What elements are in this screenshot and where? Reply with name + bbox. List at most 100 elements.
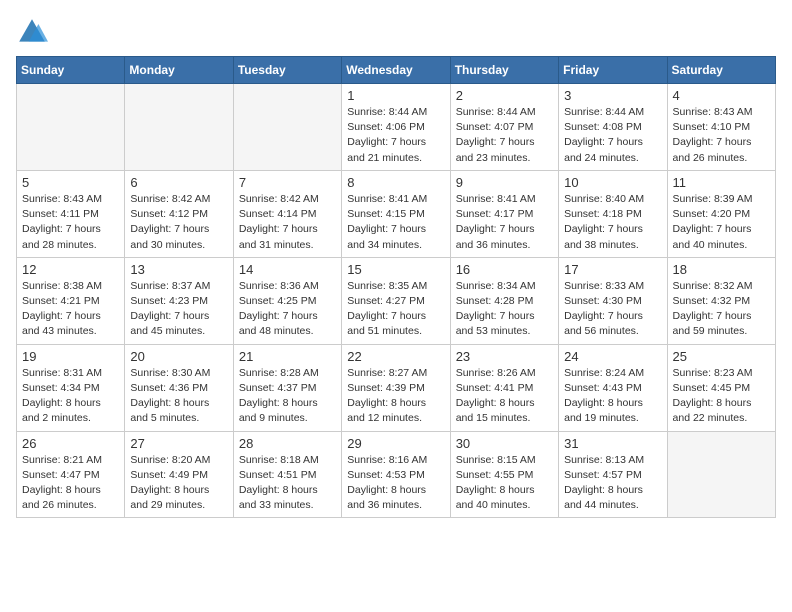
day-number: 18 <box>673 262 770 277</box>
day-info: Sunrise: 8:21 AM Sunset: 4:47 PM Dayligh… <box>22 453 119 514</box>
day-number: 20 <box>130 349 227 364</box>
calendar-week-row: 12 Sunrise: 8:38 AM Sunset: 4:21 PM Dayli… <box>17 257 776 344</box>
day-info: Sunrise: 8:42 AM Sunset: 4:12 PM Dayligh… <box>130 192 227 253</box>
day-info: Sunrise: 8:34 AM Sunset: 4:28 PM Dayligh… <box>456 279 553 340</box>
calendar-cell: 11Sunrise: 8:39 AM Sunset: 4:20 PM Dayli… <box>667 170 775 257</box>
calendar-cell: 30 Sunrise: 8:15 AM Sunset: 4:55 PM Dayli… <box>450 431 558 518</box>
day-info: Sunrise: 8:13 AM Sunset: 4:57 PM Dayligh… <box>564 453 661 514</box>
day-info: Sunrise: 8:33 AM Sunset: 4:30 PM Dayligh… <box>564 279 661 340</box>
calendar-cell: 17 Sunrise: 8:33 AM Sunset: 4:30 PM Dayli… <box>559 257 667 344</box>
calendar-cell: 6 Sunrise: 8:42 AM Sunset: 4:12 PM Daylig… <box>125 170 233 257</box>
calendar-cell: 26 Sunrise: 8:21 AM Sunset: 4:47 PM Dayli… <box>17 431 125 518</box>
page-header <box>16 16 776 48</box>
day-info: Sunrise: 8:15 AM Sunset: 4:55 PM Dayligh… <box>456 453 553 514</box>
day-info: Sunrise: 8:38 AM Sunset: 4:21 PM Dayligh… <box>22 279 119 340</box>
calendar-cell <box>233 84 341 171</box>
day-number: 15 <box>347 262 444 277</box>
day-number: 21 <box>239 349 336 364</box>
day-number: 5 <box>22 175 119 190</box>
day-number: 30 <box>456 436 553 451</box>
calendar-cell: 10 Sunrise: 8:40 AM Sunset: 4:18 PM Dayli… <box>559 170 667 257</box>
day-number: 26 <box>22 436 119 451</box>
calendar-week-row: 26 Sunrise: 8:21 AM Sunset: 4:47 PM Dayli… <box>17 431 776 518</box>
day-info: Sunrise: 8:43 AM Sunset: 4:10 PM Dayligh… <box>673 105 770 166</box>
calendar-cell: 13Sunrise: 8:37 AM Sunset: 4:23 PM Dayli… <box>125 257 233 344</box>
day-info: Sunrise: 8:28 AM Sunset: 4:37 PM Dayligh… <box>239 366 336 427</box>
calendar-cell: 29Sunrise: 8:16 AM Sunset: 4:53 PM Dayli… <box>342 431 450 518</box>
day-info: Sunrise: 8:23 AM Sunset: 4:45 PM Dayligh… <box>673 366 770 427</box>
calendar-cell: 4 Sunrise: 8:43 AM Sunset: 4:10 PM Daylig… <box>667 84 775 171</box>
calendar-cell <box>667 431 775 518</box>
day-info: Sunrise: 8:18 AM Sunset: 4:51 PM Dayligh… <box>239 453 336 514</box>
day-info: Sunrise: 8:43 AM Sunset: 4:11 PM Dayligh… <box>22 192 119 253</box>
day-number: 24 <box>564 349 661 364</box>
day-info: Sunrise: 8:16 AM Sunset: 4:53 PM Dayligh… <box>347 453 444 514</box>
calendar-cell: 7Sunrise: 8:42 AM Sunset: 4:14 PM Daylig… <box>233 170 341 257</box>
calendar-week-row: 1Sunrise: 8:44 AM Sunset: 4:06 PM Daylig… <box>17 84 776 171</box>
day-info: Sunrise: 8:30 AM Sunset: 4:36 PM Dayligh… <box>130 366 227 427</box>
calendar-cell: 25Sunrise: 8:23 AM Sunset: 4:45 PM Dayli… <box>667 344 775 431</box>
calendar-cell <box>17 84 125 171</box>
calendar-cell: 28 Sunrise: 8:18 AM Sunset: 4:51 PM Dayli… <box>233 431 341 518</box>
day-info: Sunrise: 8:39 AM Sunset: 4:20 PM Dayligh… <box>673 192 770 253</box>
day-number: 28 <box>239 436 336 451</box>
day-number: 9 <box>456 175 553 190</box>
day-info: Sunrise: 8:40 AM Sunset: 4:18 PM Dayligh… <box>564 192 661 253</box>
weekday-header: Tuesday <box>233 57 341 84</box>
calendar-cell: 1Sunrise: 8:44 AM Sunset: 4:06 PM Daylig… <box>342 84 450 171</box>
day-number: 6 <box>130 175 227 190</box>
day-number: 22 <box>347 349 444 364</box>
day-info: Sunrise: 8:27 AM Sunset: 4:39 PM Dayligh… <box>347 366 444 427</box>
calendar-week-row: 19 Sunrise: 8:31 AM Sunset: 4:34 PM Dayli… <box>17 344 776 431</box>
day-number: 2 <box>456 88 553 103</box>
day-info: Sunrise: 8:26 AM Sunset: 4:41 PM Dayligh… <box>456 366 553 427</box>
day-number: 3 <box>564 88 661 103</box>
day-number: 14 <box>239 262 336 277</box>
calendar-cell: 12 Sunrise: 8:38 AM Sunset: 4:21 PM Dayli… <box>17 257 125 344</box>
day-info: Sunrise: 8:44 AM Sunset: 4:07 PM Dayligh… <box>456 105 553 166</box>
day-number: 8 <box>347 175 444 190</box>
day-number: 12 <box>22 262 119 277</box>
logo <box>16 16 52 48</box>
calendar-cell: 5 Sunrise: 8:43 AM Sunset: 4:11 PM Daylig… <box>17 170 125 257</box>
weekday-header: Friday <box>559 57 667 84</box>
calendar-table: SundayMondayTuesdayWednesdayThursdayFrid… <box>16 56 776 518</box>
day-info: Sunrise: 8:24 AM Sunset: 4:43 PM Dayligh… <box>564 366 661 427</box>
day-number: 7 <box>239 175 336 190</box>
day-info: Sunrise: 8:35 AM Sunset: 4:27 PM Dayligh… <box>347 279 444 340</box>
day-info: Sunrise: 8:32 AM Sunset: 4:32 PM Dayligh… <box>673 279 770 340</box>
calendar-cell: 19 Sunrise: 8:31 AM Sunset: 4:34 PM Dayli… <box>17 344 125 431</box>
calendar-cell: 14 Sunrise: 8:36 AM Sunset: 4:25 PM Dayli… <box>233 257 341 344</box>
day-info: Sunrise: 8:37 AM Sunset: 4:23 PM Dayligh… <box>130 279 227 340</box>
calendar-cell: 21 Sunrise: 8:28 AM Sunset: 4:37 PM Dayli… <box>233 344 341 431</box>
calendar-cell: 31 Sunrise: 8:13 AM Sunset: 4:57 PM Dayli… <box>559 431 667 518</box>
calendar-week-row: 5 Sunrise: 8:43 AM Sunset: 4:11 PM Daylig… <box>17 170 776 257</box>
weekday-header: Saturday <box>667 57 775 84</box>
calendar-cell: 24 Sunrise: 8:24 AM Sunset: 4:43 PM Dayli… <box>559 344 667 431</box>
day-info: Sunrise: 8:31 AM Sunset: 4:34 PM Dayligh… <box>22 366 119 427</box>
day-number: 23 <box>456 349 553 364</box>
calendar-cell: 27Sunrise: 8:20 AM Sunset: 4:49 PM Dayli… <box>125 431 233 518</box>
day-number: 31 <box>564 436 661 451</box>
calendar-header-row: SundayMondayTuesdayWednesdayThursdayFrid… <box>17 57 776 84</box>
day-info: Sunrise: 8:41 AM Sunset: 4:15 PM Dayligh… <box>347 192 444 253</box>
day-number: 17 <box>564 262 661 277</box>
day-info: Sunrise: 8:44 AM Sunset: 4:06 PM Dayligh… <box>347 105 444 166</box>
day-number: 19 <box>22 349 119 364</box>
calendar-cell: 2 Sunrise: 8:44 AM Sunset: 4:07 PM Daylig… <box>450 84 558 171</box>
weekday-header: Monday <box>125 57 233 84</box>
day-number: 10 <box>564 175 661 190</box>
logo-icon <box>16 16 48 48</box>
weekday-header: Thursday <box>450 57 558 84</box>
calendar-cell: 22 Sunrise: 8:27 AM Sunset: 4:39 PM Dayli… <box>342 344 450 431</box>
calendar-cell: 8 Sunrise: 8:41 AM Sunset: 4:15 PM Daylig… <box>342 170 450 257</box>
day-number: 16 <box>456 262 553 277</box>
day-info: Sunrise: 8:41 AM Sunset: 4:17 PM Dayligh… <box>456 192 553 253</box>
calendar-cell: 9 Sunrise: 8:41 AM Sunset: 4:17 PM Daylig… <box>450 170 558 257</box>
day-number: 4 <box>673 88 770 103</box>
day-info: Sunrise: 8:44 AM Sunset: 4:08 PM Dayligh… <box>564 105 661 166</box>
weekday-header: Sunday <box>17 57 125 84</box>
day-info: Sunrise: 8:20 AM Sunset: 4:49 PM Dayligh… <box>130 453 227 514</box>
calendar-cell: 23 Sunrise: 8:26 AM Sunset: 4:41 PM Dayli… <box>450 344 558 431</box>
day-info: Sunrise: 8:36 AM Sunset: 4:25 PM Dayligh… <box>239 279 336 340</box>
